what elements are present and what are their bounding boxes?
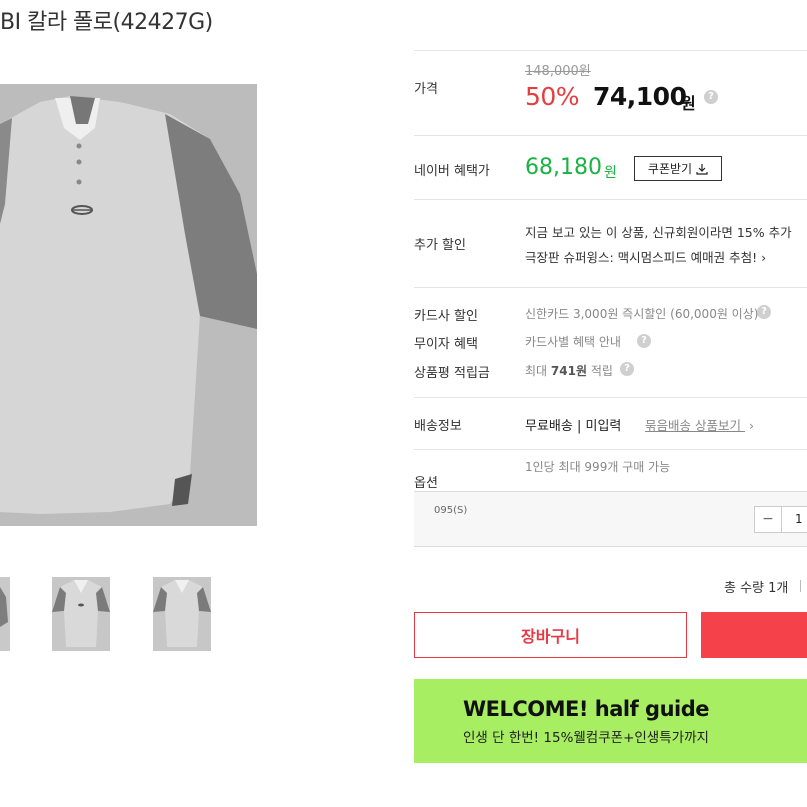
- card-discount-value: 신한카드 3,000원 즉시할인 (60,000원 이상): [525, 307, 759, 321]
- divider: [414, 397, 807, 398]
- shipping-label: 배송정보: [414, 419, 462, 434]
- divider: [414, 287, 807, 288]
- welcome-banner[interactable]: [414, 679, 807, 763]
- thumbnail-3[interactable]: [153, 577, 211, 651]
- review-points-value: 최대 741원 적립: [525, 362, 613, 379]
- extra-discount-label: 추가 할인: [414, 238, 466, 253]
- bundle-shipping-link[interactable]: 묶음배송 상품보기 ›: [645, 415, 754, 434]
- interest-free-value: 카드사별 혜택 안내: [525, 335, 621, 349]
- selected-option-name: 095(S): [434, 505, 468, 516]
- divider: [414, 449, 807, 450]
- help-icon[interactable]: ?: [620, 362, 634, 376]
- chevron-right-icon: ›: [761, 250, 767, 265]
- bundle-shipping-label: 묶음배송 상품보기: [645, 418, 741, 433]
- review-points-amount: 741원: [550, 364, 587, 378]
- thumbnail-1[interactable]: [0, 577, 10, 651]
- sale-price: 74,100: [593, 82, 687, 111]
- add-to-cart-button[interactable]: 장바구니: [414, 612, 687, 658]
- divider: [414, 50, 807, 51]
- help-icon[interactable]: ?: [757, 305, 771, 319]
- interest-free-label: 무이자 혜택: [414, 337, 478, 352]
- polo-thumbnail-icon: [153, 577, 211, 651]
- banner-headline: WELCOME! half guide: [463, 697, 710, 721]
- polo-shirt-illustration: [0, 84, 257, 526]
- polo-thumbnail-icon: [52, 577, 110, 651]
- selected-option-box: [414, 491, 807, 547]
- product-main-image[interactable]: [0, 84, 257, 526]
- original-price: 148,000원: [525, 64, 591, 79]
- help-icon[interactable]: ?: [704, 90, 718, 104]
- option-label: 옵션: [414, 476, 438, 491]
- review-points-suffix: 적립: [587, 364, 613, 378]
- buy-now-button[interactable]: [701, 612, 807, 658]
- naver-benefit-unit: 원: [604, 165, 617, 181]
- thumbnail-2[interactable]: [52, 577, 110, 651]
- naver-benefit-price: 68,180: [525, 155, 602, 180]
- total-divider: [800, 580, 801, 592]
- chevron-right-icon: ›: [748, 418, 754, 433]
- naver-benefit-label: 네이버 혜택가: [414, 164, 490, 179]
- review-points-label: 상품평 적립금: [414, 366, 490, 381]
- divider: [414, 135, 807, 136]
- coupon-download-button[interactable]: 쿠폰받기: [634, 156, 722, 181]
- review-points-prefix: 최대: [525, 364, 551, 378]
- quantity-decrease-button[interactable]: −: [754, 506, 782, 533]
- quantity-input[interactable]: 1: [781, 506, 807, 533]
- total-quantity: 총 수량 1개: [724, 581, 789, 596]
- extra-discount-link[interactable]: 극장판 슈퍼윙스: 맥시멈스피드 예매권 추첨! ›: [525, 247, 766, 266]
- help-icon[interactable]: ?: [637, 334, 651, 348]
- banner-subline: 인생 단 한번! 15%웰컴쿠폰+인생특가까지: [463, 730, 709, 746]
- sale-price-unit: 원: [681, 94, 696, 113]
- discount-rate: 50%: [525, 82, 580, 111]
- product-title: BI 칼라 폴로(42427G): [0, 10, 213, 35]
- download-icon: [696, 163, 708, 175]
- divider: [414, 199, 807, 200]
- purchase-limit: 1인당 최대 999개 구매 가능: [525, 460, 671, 474]
- coupon-button-label: 쿠폰받기: [647, 162, 693, 176]
- extra-discount-line1: 지금 보고 있는 이 상품, 신규회원이라면 15% 추가: [525, 225, 792, 240]
- extra-discount-line2: 극장판 슈퍼윙스: 맥시멈스피드 예매권 추첨!: [525, 250, 758, 265]
- card-discount-label: 카드사 할인: [414, 309, 478, 324]
- polo-thumbnail-icon: [0, 577, 10, 651]
- shipping-value: 무료배송 | 미입력: [525, 419, 622, 434]
- price-label: 가격: [414, 82, 438, 97]
